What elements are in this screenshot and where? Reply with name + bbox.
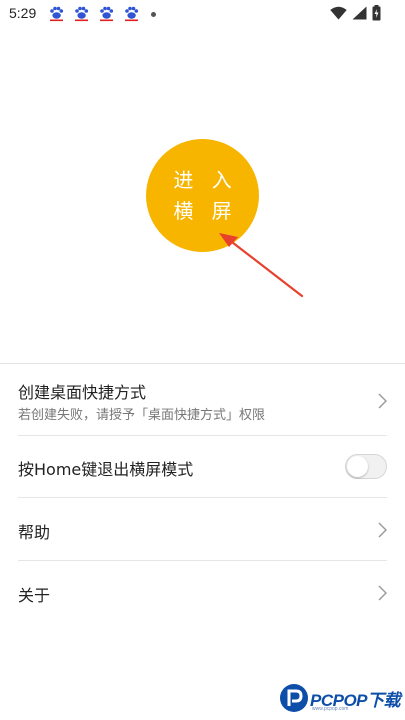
- notification-icons: [49, 6, 156, 22]
- enter-landscape-line2: 横 屏: [173, 198, 238, 223]
- baidu-paw-icon: [74, 6, 89, 22]
- help-title: 帮助: [18, 523, 51, 542]
- toggle-knob: [347, 456, 368, 477]
- settings-item-home-key-exit: 按Home键退出横屏模式: [18, 436, 387, 498]
- settings-item-about[interactable]: 关于: [18, 561, 387, 623]
- baidu-paw-icon: [49, 6, 64, 22]
- about-title: 关于: [18, 586, 51, 605]
- pcpop-watermark: PCPOP下载 www.pcpop.com: [279, 683, 403, 715]
- chevron-right-icon: [378, 393, 387, 409]
- baidu-paw-icon: [124, 6, 139, 22]
- settings-list: 创建桌面快捷方式 若创建失败，请授予「桌面快捷方式」权限 按Home键退出横屏模…: [0, 363, 405, 623]
- baidu-paw-icon: [99, 6, 114, 22]
- settings-item-help[interactable]: 帮助: [18, 498, 387, 561]
- chevron-right-icon: [378, 522, 387, 538]
- home-key-exit-title: 按Home键退出横屏模式: [18, 460, 194, 479]
- settings-item-create-shortcut[interactable]: 创建桌面快捷方式 若创建失败，请授予「桌面快捷方式」权限: [18, 364, 387, 436]
- watermark-sub: www.pcpop.com: [312, 706, 349, 712]
- system-icons: [330, 5, 381, 21]
- home-key-exit-toggle[interactable]: [345, 454, 387, 479]
- enter-landscape-line1: 进 入: [173, 167, 238, 192]
- status-time: 5:29: [9, 5, 37, 21]
- pcpop-logo-icon: [280, 684, 308, 712]
- chevron-right-icon: [378, 585, 387, 601]
- create-shortcut-title: 创建桌面快捷方式: [18, 383, 147, 402]
- battery-charging-icon: [372, 5, 381, 21]
- wifi-icon: [330, 6, 347, 20]
- status-bar: 5:29: [0, 0, 405, 28]
- annotation-arrow-icon: [219, 233, 304, 298]
- more-dot-icon: [151, 11, 156, 17]
- signal-icon: [352, 6, 367, 20]
- create-shortcut-subtitle: 若创建失败，请授予「桌面快捷方式」权限: [18, 408, 266, 423]
